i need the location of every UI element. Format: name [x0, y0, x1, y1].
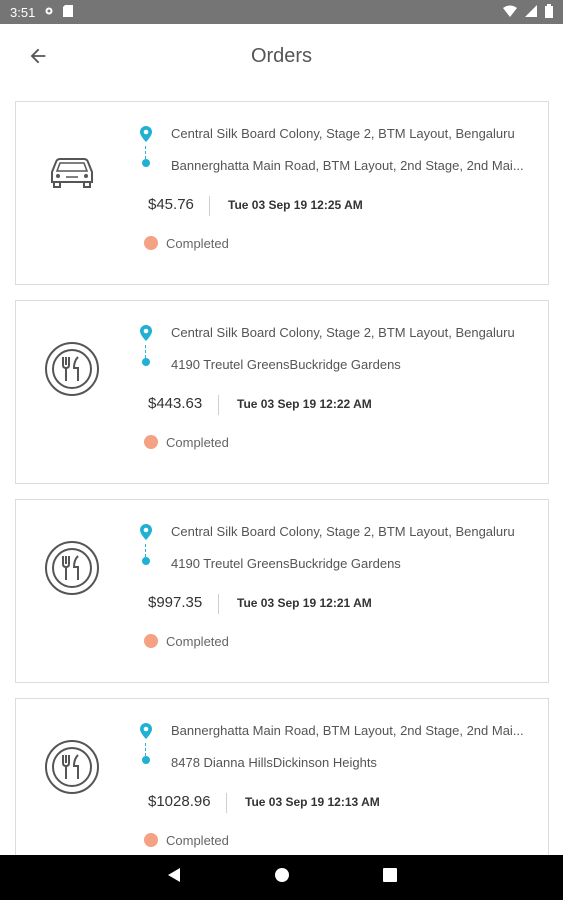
system-nav-bar [0, 855, 563, 900]
pickup-address: Central Silk Board Colony, Stage 2, BTM … [171, 524, 515, 539]
restaurant-icon [44, 341, 100, 397]
sd-card-icon [63, 4, 74, 20]
restaurant-icon [44, 540, 100, 596]
dropoff-address: Bannerghatta Main Road, BTM Layout, 2nd … [171, 158, 524, 173]
order-status: Completed [166, 435, 229, 450]
restaurant-icon [44, 739, 100, 795]
order-datetime: Tue 03 Sep 19 12:25 AM [228, 198, 363, 212]
order-card[interactable]: Bannerghatta Main Road, BTM Layout, 2nd … [15, 698, 549, 855]
order-card[interactable]: Central Silk Board Colony, Stage 2, BTM … [15, 101, 549, 285]
back-nav-icon[interactable] [166, 867, 182, 888]
divider [218, 594, 219, 614]
dropoff-dot-icon [142, 756, 150, 764]
order-card[interactable]: Central Silk Board Colony, Stage 2, BTM … [15, 300, 549, 484]
battery-icon [545, 3, 553, 21]
app-bar: Orders [0, 24, 563, 88]
arrow-back-icon [30, 48, 46, 64]
dropoff-address: 4190 Treutel GreensBuckridge Gardens [171, 556, 401, 571]
pickup-address: Central Silk Board Colony, Stage 2, BTM … [171, 325, 515, 340]
pickup-pin-icon [140, 325, 152, 346]
divider [226, 793, 227, 813]
pickup-pin-icon [140, 126, 152, 147]
orders-list[interactable]: Central Silk Board Colony, Stage 2, BTM … [0, 88, 563, 855]
divider [209, 196, 210, 216]
status-dot [144, 236, 158, 250]
status-dot [144, 833, 158, 847]
settings-icon [43, 5, 55, 20]
dropoff-address: 8478 Dianna HillsDickinson Heights [171, 755, 377, 770]
order-datetime: Tue 03 Sep 19 12:22 AM [237, 397, 372, 411]
page-title: Orders [250, 44, 313, 67]
status-dot [144, 634, 158, 648]
status-bar: 3:51 [0, 0, 563, 24]
order-card[interactable]: Central Silk Board Colony, Stage 2, BTM … [15, 499, 549, 683]
signal-icon [525, 4, 537, 20]
wifi-icon [503, 5, 517, 20]
order-price: $1028.96 [148, 793, 211, 810]
order-status: Completed [166, 634, 229, 649]
pickup-pin-icon [140, 723, 152, 744]
order-price: $997.35 [148, 594, 203, 611]
car-icon [44, 142, 100, 198]
dropoff-dot-icon [142, 557, 150, 565]
order-price: $443.63 [148, 395, 203, 412]
back-button[interactable] [22, 40, 54, 72]
dropoff-dot-icon [142, 159, 150, 167]
order-status: Completed [166, 236, 229, 251]
recents-nav-icon[interactable] [382, 868, 397, 887]
pickup-address: Bannerghatta Main Road, BTM Layout, 2nd … [171, 723, 524, 738]
dropoff-address: 4190 Treutel GreensBuckridge Gardens [171, 357, 401, 372]
status-time: 3:51 [10, 4, 36, 20]
order-price: $45.76 [148, 196, 194, 213]
order-status: Completed [166, 833, 229, 848]
order-datetime: Tue 03 Sep 19 12:13 AM [245, 795, 380, 809]
pickup-pin-icon [140, 524, 152, 545]
order-datetime: Tue 03 Sep 19 12:21 AM [237, 596, 372, 610]
home-nav-icon[interactable] [274, 867, 290, 888]
dropoff-dot-icon [142, 358, 150, 366]
status-dot [144, 435, 158, 449]
divider [218, 395, 219, 415]
pickup-address: Central Silk Board Colony, Stage 2, BTM … [171, 126, 515, 141]
